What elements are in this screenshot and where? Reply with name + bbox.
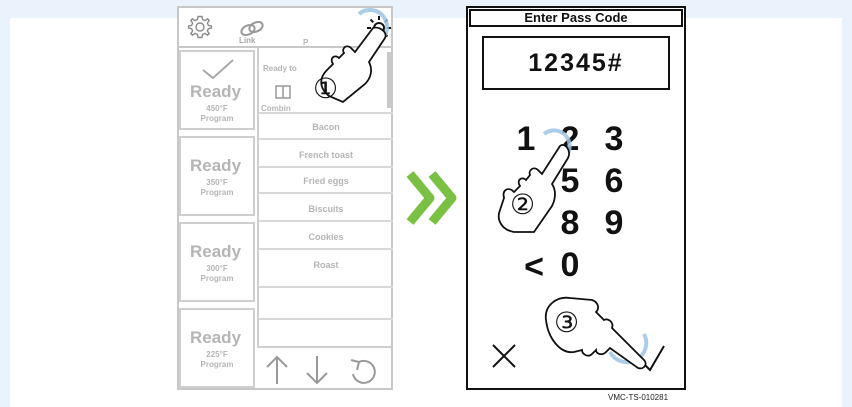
slot-temp: 225°F [206, 350, 228, 359]
slot-program: Program [200, 188, 234, 197]
key-6[interactable]: 6 [596, 164, 632, 198]
slot-program: Program [200, 360, 234, 369]
up-arrow-icon[interactable] [259, 352, 295, 388]
undo-icon[interactable] [345, 352, 381, 388]
oven-home-screen: Link P Ready 450°F Program Ready 350°F P… [177, 6, 393, 390]
bottom-bar-divider [257, 346, 391, 348]
pass-code-display: 12345# [482, 36, 670, 90]
menu-item-bacon[interactable]: Bacon [259, 114, 393, 140]
step-2-marker: ② [510, 189, 536, 220]
oven-slot-3[interactable]: Ready 300°F Program [179, 222, 255, 302]
menu-item-cookies[interactable]: Cookies [259, 224, 393, 250]
slot-temp: 450°F [206, 104, 228, 113]
key-3[interactable]: 3 [596, 122, 632, 156]
slot-program: Program [200, 114, 234, 123]
ready-to-label: Ready to [263, 64, 297, 73]
check-icon [202, 59, 234, 80]
combine-icon [275, 85, 291, 99]
document-id: VMC-TS-010281 [608, 393, 669, 402]
slot-status: Ready [190, 156, 242, 175]
key-9[interactable]: 9 [596, 206, 632, 240]
oven-slot-1[interactable]: Ready 450°F Program [179, 50, 255, 130]
menu-divider [259, 318, 393, 320]
step-1-marker: ① [313, 73, 339, 104]
menu-item-french-toast[interactable]: French toast [259, 142, 393, 168]
slot-temp: 300°F [206, 264, 228, 273]
slot-temp: 350°F [206, 178, 228, 187]
menu-item-biscuits[interactable]: Biscuits [259, 196, 393, 222]
slot-program: Program [200, 274, 234, 283]
page-title: Enter Pass Code [469, 9, 683, 27]
key-backspace[interactable]: < [516, 250, 552, 284]
slot-status: Ready [190, 242, 242, 261]
pass-code-screen: Enter Pass Code 12345# 1 2 3 5 6 8 9 < 0… [466, 6, 686, 390]
slot-status: Ready [190, 82, 242, 101]
link-label: Link [239, 36, 256, 45]
double-chevron-right-icon [406, 171, 457, 225]
x-icon[interactable] [490, 342, 518, 370]
slot-status: Ready [190, 328, 242, 347]
hand-pointer-icon [497, 128, 572, 233]
oven-slot-2[interactable]: Ready 350°F Program [179, 136, 255, 216]
down-arrow-icon[interactable] [299, 352, 335, 388]
menu-item-roast[interactable]: Roast [259, 252, 393, 288]
step-3-marker: ③ [554, 307, 580, 338]
menu-item-fried-eggs[interactable]: Fried eggs [259, 168, 393, 194]
gear-icon[interactable] [187, 14, 213, 40]
oven-slot-4[interactable]: Ready 225°F Program [179, 308, 255, 388]
key-0[interactable]: 0 [552, 248, 588, 282]
